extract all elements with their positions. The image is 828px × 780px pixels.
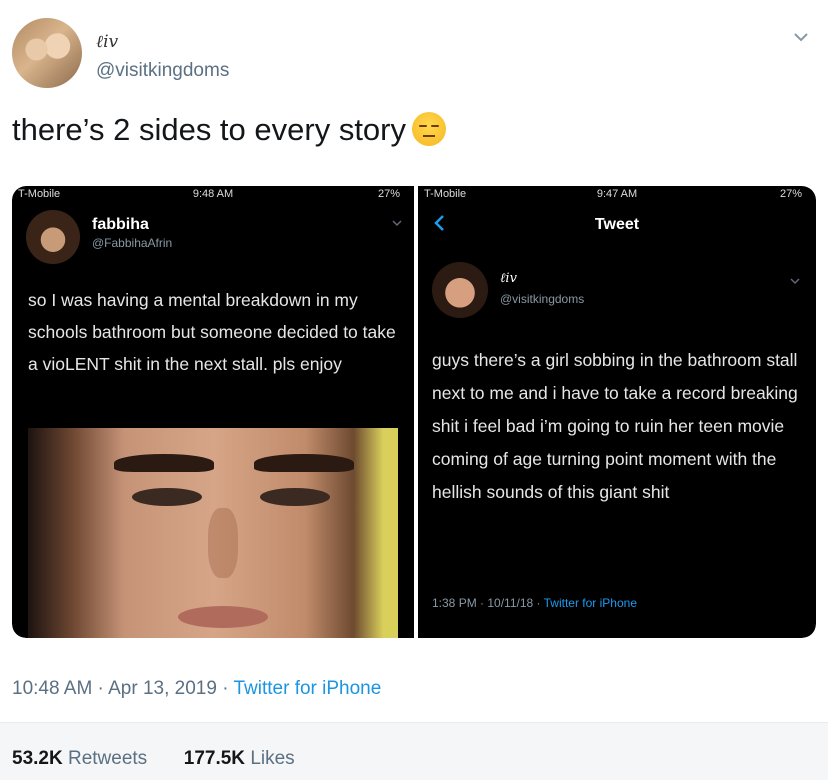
brow-left: [114, 454, 214, 472]
chevron-down-icon[interactable]: [790, 26, 812, 48]
media-image-right[interactable]: T-Mobile 9:47 AM 27% Tweet ℓiv @visitkin…: [418, 186, 816, 638]
pensive-face-icon: [412, 112, 446, 146]
timestamp-text: 10:48 AM · Apr 13, 2019 ·: [12, 678, 234, 699]
status-battery: 27%: [779, 188, 802, 200]
embedded-tweet-text: guys there’s a girl sobbing in the bathr…: [432, 350, 798, 502]
avatar[interactable]: [12, 18, 82, 88]
status-time: 9:47 AM: [596, 188, 638, 200]
embedded-header-title: Tweet: [594, 216, 640, 233]
embedded-handle: @FabbihaAfrin: [92, 236, 173, 250]
likes-label: Likes: [250, 748, 295, 769]
chevron-down-icon: [790, 278, 800, 285]
retweets-count: 53.2K: [12, 748, 63, 769]
media-image-left[interactable]: T-Mobile 9:48 AM 27% fabbiha @FabbihaAfr…: [12, 186, 414, 638]
embedded-display-name: fabbiha: [92, 216, 149, 233]
embedded-avatar: [432, 262, 488, 318]
user-handle[interactable]: @visitkingdoms: [96, 60, 229, 82]
tweet-text-content: there’s 2 sides to every story: [12, 112, 406, 147]
embedded-timestamp: 1:38 PM · 10/11/18 ·: [432, 596, 544, 610]
embedded-selfie-photo: [28, 428, 398, 638]
likes-count: 177.5K: [183, 748, 246, 769]
lips: [178, 606, 268, 628]
nose: [208, 508, 238, 578]
brow-right: [254, 454, 354, 472]
eye-left: [132, 488, 202, 506]
embedded-tweet-text: so I was having a mental breakdown in my…: [28, 290, 396, 374]
tweet-header: ℓiv @visitkingdoms: [12, 18, 816, 94]
status-bar: T-Mobile 9:47 AM 27%: [418, 188, 816, 204]
status-carrier: T-Mobile: [18, 188, 61, 200]
display-name[interactable]: ℓiv: [96, 32, 118, 52]
embedded-handle: @visitkingdoms: [500, 292, 585, 306]
embedded-display-name: ℓiv: [500, 271, 517, 286]
status-battery: 27%: [377, 188, 400, 200]
likes-link[interactable]: 177.5K Likes: [184, 748, 295, 769]
embedded-avatar: [26, 210, 80, 264]
status-time: 9:48 AM: [192, 188, 234, 200]
tweet-text: there’s 2 sides to every story: [12, 112, 446, 148]
embedded-tweet-meta: 1:38 PM · 10/11/18 · Twitter for iPhone: [432, 596, 637, 610]
retweets-label: Retweets: [67, 748, 148, 769]
chevron-down-icon: [392, 220, 402, 227]
source-link[interactable]: Twitter for iPhone: [233, 678, 381, 699]
media-grid[interactable]: T-Mobile 9:48 AM 27% fabbiha @FabbihaAfr…: [12, 186, 816, 638]
status-carrier: T-Mobile: [424, 188, 467, 200]
tweet-stats: 53.2K Retweets 177.5K Likes: [12, 748, 295, 770]
tweet-timestamp: 10:48 AM · Apr 13, 2019 · Twitter for iP…: [12, 678, 381, 700]
status-bar: T-Mobile 9:48 AM 27%: [12, 188, 414, 204]
embedded-source: Twitter for iPhone: [543, 596, 637, 610]
retweets-link[interactable]: 53.2K Retweets: [12, 748, 147, 769]
eye-right: [260, 488, 330, 506]
